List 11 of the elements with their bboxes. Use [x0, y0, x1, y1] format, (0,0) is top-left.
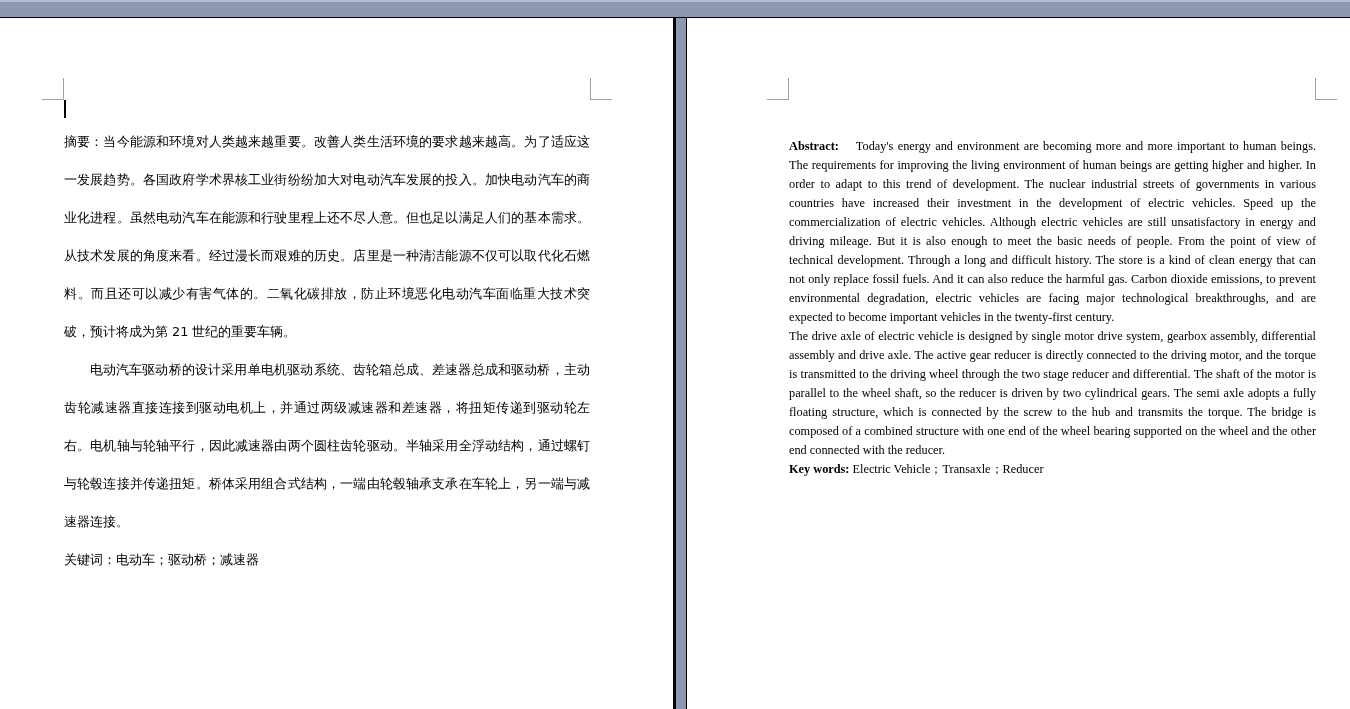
crop-mark [767, 78, 789, 100]
crop-mark [590, 78, 612, 100]
abstract-paragraph: The drive axle of electric vehicle is designed by single motor drive system, gearbox assembly, differential assembly and drive axle. The active gear reducer is directly connected to the driving motor, and the torque is transmitted to the driving wheel through the two stage reducer and differential. The shaft of the motor is parallel to the wheel shaft, so the reducer is driven by two cylindrical gears. The semi axle adopts a fully floating structure, which is connected by the screw to the hub and transmits the torque. The bridge is composed of a combined structure with one end of the wheel bearing supported on the wheel and the other end connected with the reducer. [789, 328, 1316, 459]
keywords-line: 关键词：电动车；驱动桥；减速器 [64, 551, 260, 569]
abstract-paragraph: 摘要：当今能源和环境对人类越来越重要。改善人类生活环境的要求越来越高。为了适应这一发展趋势。各国政府学术界核工业街纷纷加大对电动汽车发展的投入。加快电动汽车的商业化进程。虽然电动汽车在能源和行驶里程上还不尽人意。但也足以满足人们的基本需求。从技术发展的角度来看。经过漫长而艰难的历史。店里是一种清洁能源不仅可以取代化石燃料。而且还可以减少有害气体的。二氧化碳排放，防止环境恶化电动汽车面临重大技术突破，预计将成为第 21 世纪的重要车辆。 [64, 133, 590, 341]
crop-mark [1315, 78, 1337, 100]
text-cursor [64, 100, 66, 118]
abstract-paragraph: Abstract: Today's energy and environment are becoming more and more important to human beings. The requirements for improving the living environment of human beings are getting higher and higher. In order to adapt to this trend of development. The nuclear industrial streets of governments in various countries have increased their investment in the development of electric vehicles. Speed up the commercialization of electric vehicles. Although electric vehicles are still unsatisfactory in energy and driving mileage. But it is also enough to meet the basic needs of people. From the point of view of technical development. Through a long and difficult history. The store is a kind of clean energy that can not only replace fossil fuels. And it can also reduce the harmful gas. Carbon dioxide emissions, to prevent environmental degradation, electric vehicles are facing major technological breakthroughs, and are expected to become important vehicles in the twenty-first century. [789, 138, 1316, 326]
abstract-paragraph: 电动汽车驱动桥的设计采用单电机驱动系统、齿轮箱总成、差速器总成和驱动桥，主动齿轮减速器直接连接到驱动电机上，并通过两级减速器和差速器，将扭矩传递到驱动轮左右。电机轴与轮轴平行，因此减速器由两个圆柱齿轮驱动。半轴采用全浮动结构，通过螺钉与轮毂连接并传递扭矩。桥体采用组合式结构，一端由轮毂轴承支承在车轮上，另一端与减速器连接。 [64, 361, 590, 531]
crop-mark [42, 78, 64, 100]
keywords-line: Key words: Electric Vehicle；Transaxle；Reducer [789, 461, 1045, 478]
